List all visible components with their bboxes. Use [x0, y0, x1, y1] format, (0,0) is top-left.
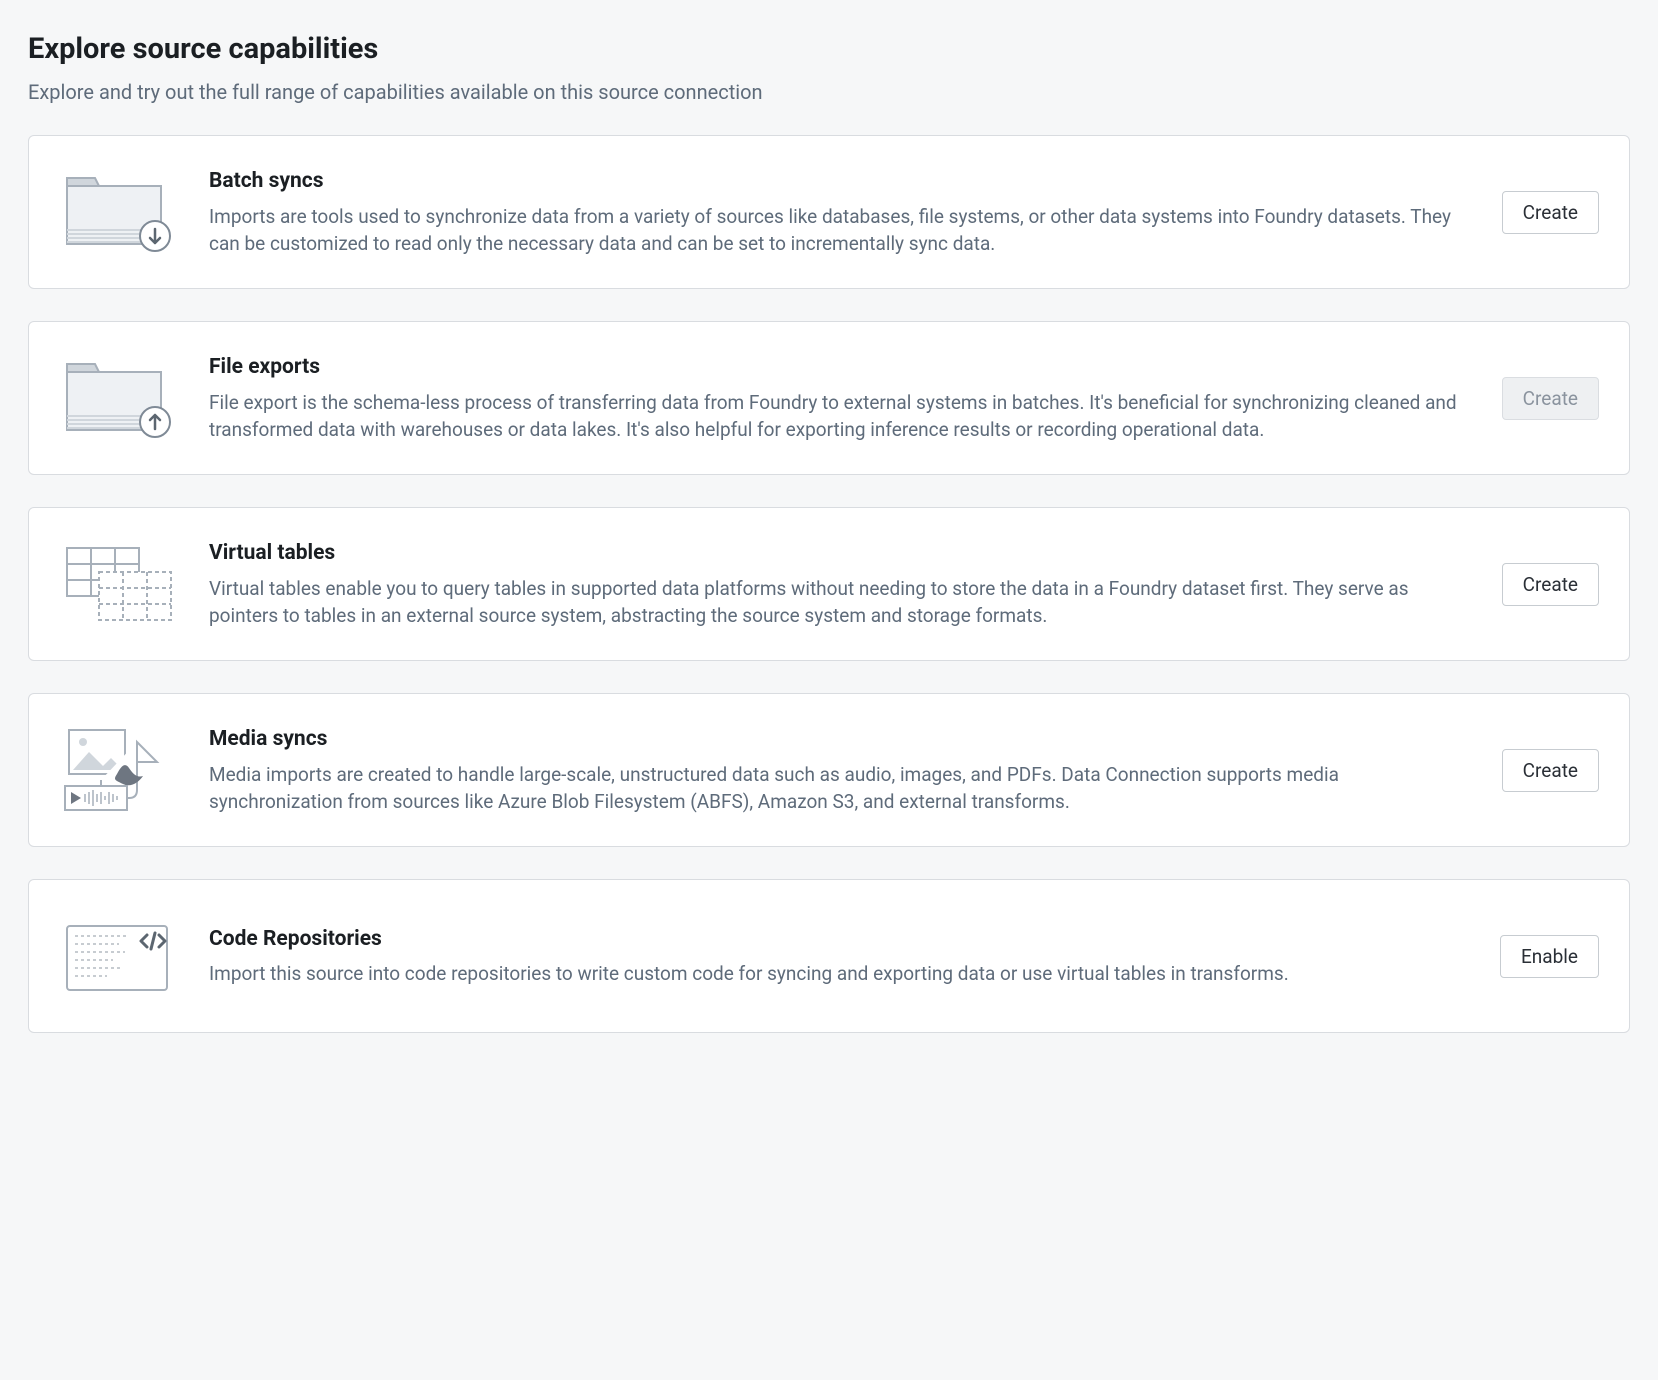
create-button[interactable]: Create	[1502, 563, 1599, 606]
capabilities-list: Batch syncs Imports are tools used to syn…	[28, 135, 1630, 1033]
page-title: Explore source capabilities	[28, 28, 1630, 70]
create-button: Create	[1502, 377, 1599, 420]
capability-body: Batch syncs Imports are tools used to syn…	[209, 166, 1472, 258]
folder-down-icon	[59, 164, 179, 260]
capability-description: Imports are tools used to synchronize da…	[209, 203, 1472, 258]
capability-action: Create	[1502, 563, 1599, 606]
capability-action: Create	[1502, 191, 1599, 234]
capability-body: File exports File export is the schema-le…	[209, 352, 1472, 444]
create-button[interactable]: Create	[1502, 191, 1599, 234]
capability-description: File export is the schema-less process o…	[209, 389, 1472, 444]
capability-card: Code Repositories Import this source into…	[28, 879, 1630, 1033]
capability-card: Batch syncs Imports are tools used to syn…	[28, 135, 1630, 289]
capability-body: Code Repositories Import this source into…	[209, 924, 1470, 988]
code-repo-icon	[59, 908, 179, 1004]
create-button[interactable]: Create	[1502, 749, 1599, 792]
capability-body: Virtual tables Virtual tables enable you …	[209, 538, 1472, 630]
capability-action: Create	[1502, 377, 1599, 420]
capability-description: Virtual tables enable you to query table…	[209, 575, 1472, 630]
capability-card: File exports File export is the schema-le…	[28, 321, 1630, 475]
virtual-tables-icon	[59, 536, 179, 632]
capability-title: Code Repositories	[209, 924, 1470, 954]
capability-card: Media syncs Media imports are created to …	[28, 693, 1630, 847]
capability-card: Virtual tables Virtual tables enable you …	[28, 507, 1630, 661]
capability-title: Batch syncs	[209, 166, 1472, 196]
enable-button[interactable]: Enable	[1500, 935, 1599, 978]
capability-title: Media syncs	[209, 724, 1472, 754]
capability-title: Virtual tables	[209, 538, 1472, 568]
capability-action: Enable	[1500, 935, 1599, 978]
folder-up-icon	[59, 350, 179, 446]
page-subtitle: Explore and try out the full range of ca…	[28, 78, 1630, 107]
capability-body: Media syncs Media imports are created to …	[209, 724, 1472, 816]
capability-action: Create	[1502, 749, 1599, 792]
capability-title: File exports	[209, 352, 1472, 382]
capability-description: Media imports are created to handle larg…	[209, 761, 1472, 816]
capability-description: Import this source into code repositorie…	[209, 960, 1470, 988]
media-syncs-icon	[59, 722, 179, 818]
